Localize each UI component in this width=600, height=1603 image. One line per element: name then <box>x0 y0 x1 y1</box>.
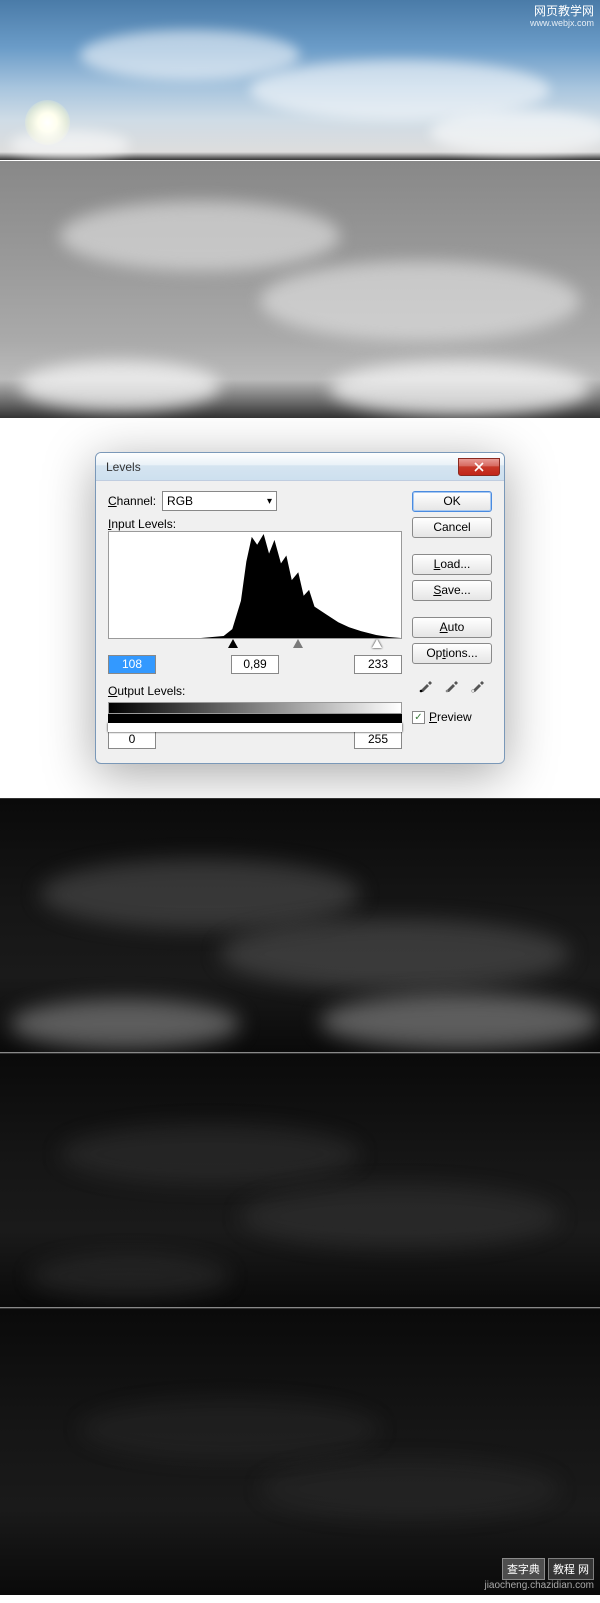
eyedropper-row <box>412 675 492 695</box>
output-slider-track[interactable] <box>108 714 402 728</box>
watermark-label: 教程 网 <box>548 1558 594 1580</box>
channel-row: Channel: RGB <box>108 491 402 511</box>
cloud <box>260 1459 560 1519</box>
eyedropper-icon <box>444 677 460 693</box>
load-button[interactable]: Load... <box>412 554 492 575</box>
output-white-field[interactable]: 255 <box>354 730 402 749</box>
preview-label: Preview <box>429 710 472 724</box>
cloud <box>30 1254 230 1299</box>
eyedropper-gray[interactable] <box>442 675 462 695</box>
output-black-field[interactable]: 0 <box>108 730 156 749</box>
auto-button[interactable]: Auto <box>412 617 492 638</box>
input-white-slider[interactable] <box>372 639 382 648</box>
cloud <box>40 859 360 929</box>
channel-value: RGB <box>167 494 193 508</box>
dialog-background: Levels Channel: RGB Input Levels: <box>0 418 600 798</box>
histogram[interactable] <box>108 531 402 639</box>
cloud <box>80 1399 380 1459</box>
cancel-button[interactable]: Cancel <box>412 517 492 538</box>
sky-panorama-dark-3: 查字典 教程 网 jiaocheng.chazidian.com <box>0 1308 600 1595</box>
left-column: Channel: RGB Input Levels: 108 0,89 <box>108 491 402 749</box>
cloud <box>60 201 340 271</box>
watermark-brand: 查字典 <box>502 1558 545 1580</box>
dialog-body: Channel: RGB Input Levels: 108 0,89 <box>96 481 504 763</box>
input-gamma-slider[interactable] <box>293 639 303 648</box>
ok-button[interactable]: OK <box>412 491 492 512</box>
cloud <box>220 919 570 989</box>
eyedropper-white[interactable] <box>468 675 488 695</box>
channel-label: Channel: <box>108 494 156 508</box>
right-column: OK Cancel Load... Save... Auto Options..… <box>412 491 492 749</box>
preview-checkbox[interactable]: ✓ <box>412 711 425 724</box>
sky-panorama-color: 网页教学网 www.webjx.com <box>0 0 600 160</box>
eyedropper-icon <box>418 677 434 693</box>
cloud <box>60 1124 360 1184</box>
output-white-slider[interactable] <box>108 723 402 732</box>
output-values-row: 0 255 <box>108 730 402 749</box>
watermark-line2: www.webjx.com <box>530 18 594 29</box>
cloud <box>20 361 220 411</box>
output-gradient[interactable] <box>108 702 402 714</box>
watermark-url: jiaocheng.chazidian.com <box>484 1580 594 1591</box>
preview-row: ✓ Preview <box>412 710 492 724</box>
channel-combo[interactable]: RGB <box>162 491 277 511</box>
sky-panorama-gray <box>0 160 600 418</box>
close-icon <box>474 462 484 472</box>
eyedropper-black[interactable] <box>416 675 436 695</box>
watermark-line1: 网页教学网 <box>530 4 594 18</box>
close-button[interactable] <box>458 458 500 476</box>
cloud <box>10 999 240 1049</box>
input-gamma-field[interactable]: 0,89 <box>231 655 279 674</box>
cloud <box>240 1184 560 1249</box>
levels-dialog: Levels Channel: RGB Input Levels: <box>95 452 505 764</box>
input-levels-label: Input Levels: <box>108 517 402 531</box>
output-levels-label: Output Levels: <box>108 684 402 698</box>
histogram-chart <box>109 532 401 638</box>
input-black-field[interactable]: 108 <box>108 655 156 674</box>
input-slider-track[interactable] <box>108 639 402 653</box>
cloud <box>430 110 600 155</box>
titlebar[interactable]: Levels <box>96 453 504 481</box>
cloud <box>80 30 300 80</box>
save-button[interactable]: Save... <box>412 580 492 601</box>
watermark-top: 网页教学网 www.webjx.com <box>530 4 594 29</box>
cloud <box>10 130 130 160</box>
eyedropper-icon <box>470 677 486 693</box>
watermark-bottom: 查字典 教程 网 jiaocheng.chazidian.com <box>484 1558 594 1591</box>
cloud <box>320 994 600 1049</box>
output-black-slider[interactable] <box>108 714 402 723</box>
options-button[interactable]: Options... <box>412 643 492 664</box>
input-values-row: 108 0,89 233 <box>108 655 402 674</box>
cloud <box>330 361 590 416</box>
input-black-slider[interactable] <box>228 639 238 648</box>
sky-panorama-dark-1 <box>0 798 600 1052</box>
dialog-title: Levels <box>106 460 458 474</box>
cloud <box>260 261 580 341</box>
input-white-field[interactable]: 233 <box>354 655 402 674</box>
sky-panorama-dark-2 <box>0 1053 600 1307</box>
